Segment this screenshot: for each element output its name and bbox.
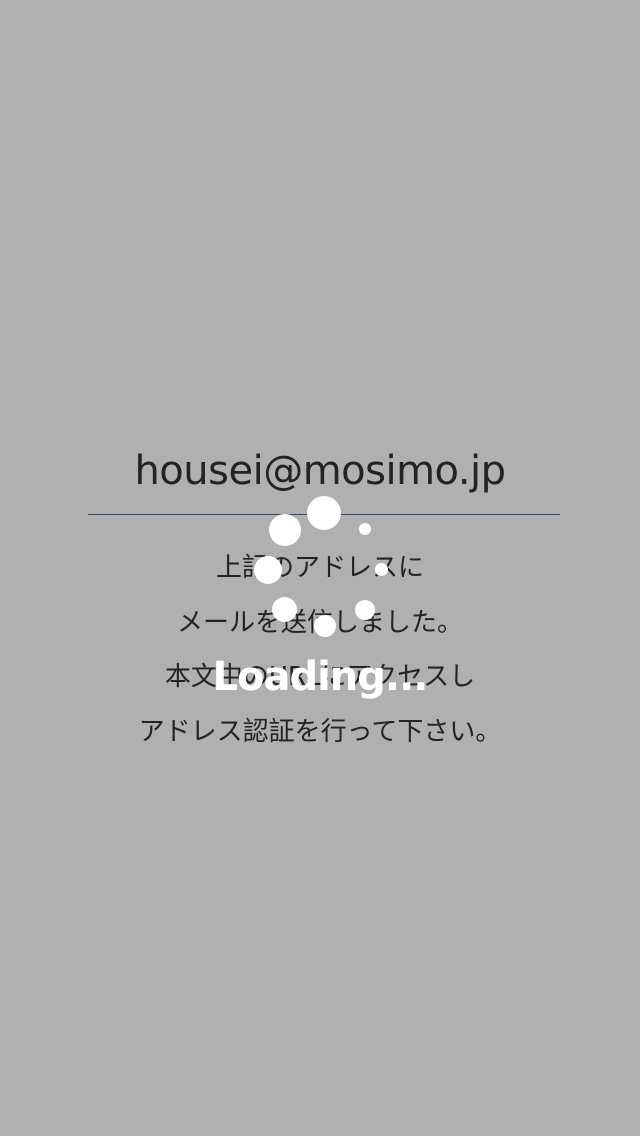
spinner-dot — [359, 523, 371, 535]
spinner-dot — [314, 615, 336, 637]
loading-spinner-icon — [0, 0, 640, 1136]
spinner-dot — [272, 597, 297, 622]
spinner-dot — [355, 600, 375, 620]
spinner-dot — [375, 563, 388, 576]
loading-overlay: Loading... — [0, 0, 640, 1136]
spinner-dot — [254, 556, 282, 584]
loading-label: Loading... — [212, 654, 429, 700]
spinner-dot — [269, 514, 301, 546]
spinner-dot — [307, 496, 341, 530]
